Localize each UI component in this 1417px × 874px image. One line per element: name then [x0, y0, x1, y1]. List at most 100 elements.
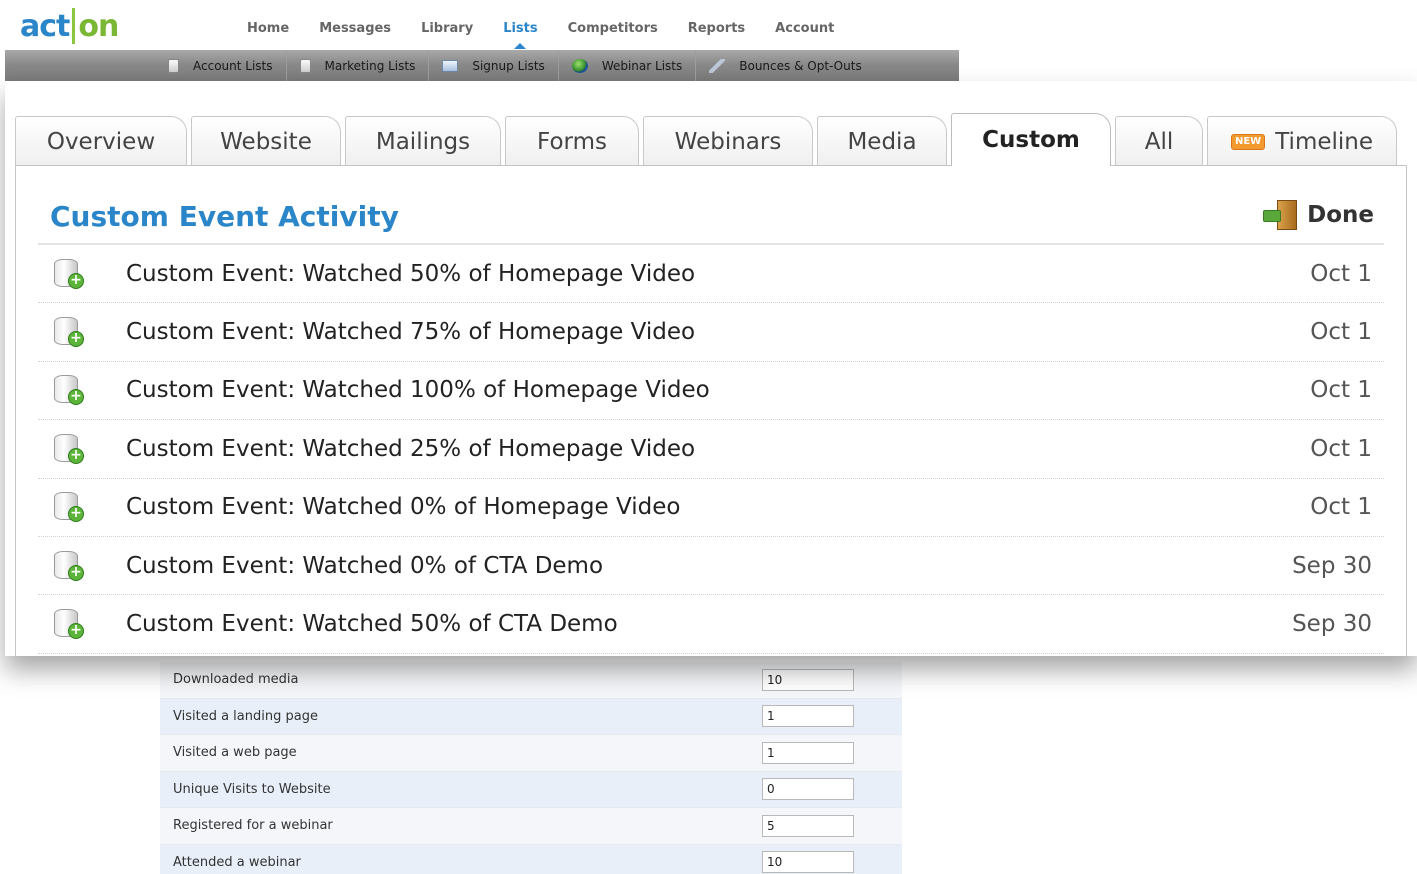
- tab-label: Timeline: [1275, 128, 1374, 155]
- list-item[interactable]: + Custom Event: Watched 50% of CTA Demo …: [38, 595, 1384, 654]
- form-row-input[interactable]: [762, 851, 854, 874]
- event-date: Oct 1: [1310, 377, 1372, 404]
- form-row: Registered for a webinar: [160, 808, 902, 845]
- subnav-signup-lists[interactable]: Signup Lists: [429, 50, 559, 81]
- list-item[interactable]: + Custom Event: Watched 75% of Homepage …: [38, 303, 1384, 362]
- sub-navigation: Account Lists Marketing Lists Signup Lis…: [5, 50, 959, 81]
- act-on-logo[interactable]: act on: [20, 4, 119, 48]
- subnav-bounces-opt-outs[interactable]: Bounces & Opt-Outs: [696, 50, 874, 81]
- tab-label: Website: [220, 128, 312, 155]
- form-row: Visited a web page: [160, 735, 902, 772]
- logo-text-act: act: [20, 8, 70, 44]
- list-item[interactable]: + Custom Event: Watched 0% of CTA Demo S…: [38, 537, 1384, 596]
- form-row-label: Visited a landing page: [173, 708, 318, 724]
- event-date: Sep 30: [1292, 611, 1372, 638]
- database-add-icon: +: [52, 315, 92, 349]
- card-icon: [442, 59, 459, 72]
- main-navigation: Home Messages Library Lists Competitors …: [232, 21, 849, 49]
- form-row-input[interactable]: [762, 814, 854, 837]
- form-row-input[interactable]: [762, 705, 854, 728]
- event-text: Custom Event: Watched 100% of Homepage V…: [126, 377, 710, 404]
- tab-custom[interactable]: Custom: [951, 113, 1111, 166]
- form-row: Downloaded media: [160, 662, 902, 699]
- form-row: Visited a landing page: [160, 698, 902, 735]
- form-row-label: Unique Visits to Website: [173, 781, 331, 797]
- tab-label: Overview: [46, 128, 156, 155]
- activity-tabs: Overview Website Mailings Forms Webinars…: [15, 111, 1401, 166]
- event-text: Custom Event: Watched 25% of Homepage Vi…: [126, 435, 696, 462]
- database-add-icon: +: [52, 607, 92, 641]
- done-label: Done: [1307, 202, 1374, 228]
- scoring-form: Downloaded media Visited a landing page …: [160, 662, 902, 874]
- tab-all[interactable]: All: [1115, 116, 1203, 166]
- event-date: Sep 30: [1292, 552, 1372, 579]
- subnav-label: Account Lists: [193, 58, 273, 73]
- nav-home[interactable]: Home: [232, 21, 304, 36]
- form-row: Attended a webinar: [160, 844, 902, 874]
- event-list: + Custom Event: Watched 50% of Homepage …: [38, 243, 1384, 654]
- nav-lists[interactable]: Lists: [488, 21, 552, 49]
- panel-title: Custom Event Activity: [50, 200, 399, 233]
- subnav-marketing-lists[interactable]: Marketing Lists: [287, 50, 430, 81]
- subnav-label: Marketing Lists: [324, 58, 416, 73]
- tab-timeline[interactable]: NEW Timeline: [1207, 116, 1397, 166]
- subnav-label: Signup Lists: [472, 58, 545, 73]
- tab-webinars[interactable]: Webinars: [643, 116, 813, 166]
- nav-messages[interactable]: Messages: [304, 21, 406, 36]
- database-add-icon: +: [52, 373, 92, 407]
- activity-overlay: Overview Website Mailings Forms Webinars…: [5, 81, 1417, 656]
- form-row-input[interactable]: [762, 741, 854, 764]
- wrench-icon: [709, 58, 726, 73]
- tab-label: Custom: [982, 127, 1080, 153]
- tab-label: All: [1144, 128, 1174, 155]
- tab-media[interactable]: Media: [817, 116, 947, 166]
- subnav-label: Webinar Lists: [601, 58, 683, 73]
- database-add-icon: +: [52, 432, 92, 466]
- tab-label: Mailings: [375, 128, 471, 155]
- tab-overview[interactable]: Overview: [15, 116, 187, 166]
- subnav-account-lists[interactable]: Account Lists: [155, 50, 287, 81]
- exit-door-icon: [1263, 198, 1299, 232]
- form-row-input[interactable]: [762, 778, 854, 801]
- logo-text-on: on: [78, 8, 119, 44]
- form-row-label: Registered for a webinar: [173, 818, 333, 834]
- tab-label: Forms: [537, 128, 607, 155]
- form-row-input[interactable]: [762, 668, 854, 691]
- tab-label: Webinars: [674, 128, 782, 155]
- nav-competitors[interactable]: Competitors: [553, 21, 673, 36]
- done-button[interactable]: Done: [1263, 198, 1374, 232]
- list-item[interactable]: + Custom Event: Watched 50% of Homepage …: [38, 245, 1384, 304]
- nav-library[interactable]: Library: [406, 21, 488, 36]
- tab-label: Media: [847, 128, 917, 155]
- form-row-label: Visited a web page: [173, 745, 297, 761]
- event-date: Oct 1: [1310, 435, 1372, 462]
- document-icon: [299, 58, 311, 73]
- event-text: Custom Event: Watched 50% of Homepage Vi…: [126, 260, 696, 287]
- new-badge: NEW: [1230, 133, 1266, 150]
- document-icon: [168, 58, 179, 73]
- list-item[interactable]: + Custom Event: Watched 25% of Homepage …: [38, 420, 1384, 479]
- database-add-icon: +: [52, 257, 92, 291]
- event-date: Oct 1: [1310, 260, 1372, 287]
- list-item[interactable]: + Custom Event: Watched 0% of Homepage V…: [38, 479, 1384, 537]
- event-date: Oct 1: [1310, 319, 1372, 346]
- subnav-webinar-lists[interactable]: Webinar Lists: [559, 50, 697, 81]
- list-item[interactable]: + Custom Event: Watched 100% of Homepage…: [38, 362, 1384, 421]
- nav-reports[interactable]: Reports: [673, 21, 760, 36]
- subnav-label: Bounces & Opt-Outs: [739, 58, 862, 73]
- form-row-label: Attended a webinar: [173, 854, 301, 870]
- database-add-icon: +: [52, 490, 92, 524]
- event-date: Oct 1: [1310, 494, 1372, 521]
- custom-activity-panel: Custom Event Activity Done + Custom Even…: [15, 165, 1407, 656]
- form-row-label: Downloaded media: [173, 672, 299, 688]
- tab-forms[interactable]: Forms: [505, 116, 639, 166]
- tab-website[interactable]: Website: [191, 116, 341, 166]
- logo-divider: [72, 8, 76, 44]
- event-text: Custom Event: Watched 0% of CTA Demo: [126, 552, 604, 579]
- event-text: Custom Event: Watched 75% of Homepage Vi…: [126, 319, 696, 346]
- event-text: Custom Event: Watched 50% of CTA Demo: [126, 611, 618, 638]
- tab-mailings[interactable]: Mailings: [345, 116, 501, 166]
- database-add-icon: +: [52, 549, 92, 583]
- form-row: Unique Visits to Website: [160, 771, 902, 808]
- nav-account[interactable]: Account: [760, 21, 849, 36]
